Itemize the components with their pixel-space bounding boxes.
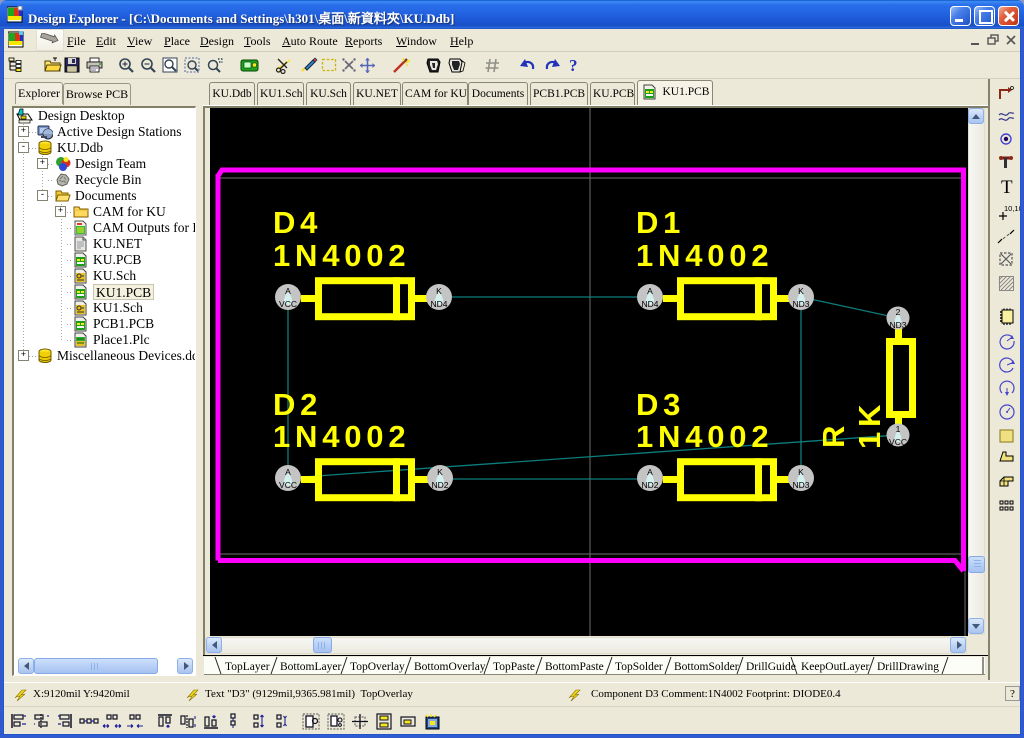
svg-text:ND4: ND4 — [641, 299, 658, 309]
svg-text:BottomSolder: BottomSolder — [674, 661, 739, 673]
svg-text:ND3: ND3 — [792, 299, 809, 309]
svg-text:?: ? — [569, 56, 578, 74]
svg-text:1N4002: 1N4002 — [636, 419, 773, 454]
svg-text:K: K — [436, 286, 442, 296]
svg-text:A: A — [285, 286, 291, 296]
svg-text:K: K — [798, 467, 804, 477]
svg-text:ND4: ND4 — [430, 299, 447, 309]
svg-text:BottomOverlay: BottomOverlay — [414, 661, 486, 673]
svg-text:1: 1 — [896, 424, 901, 434]
svg-text:A: A — [285, 467, 291, 477]
svg-text:TopOverlay: TopOverlay — [350, 661, 405, 673]
svg-text:K: K — [437, 467, 443, 477]
svg-text:ND2: ND2 — [431, 480, 448, 490]
svg-text:D3: D3 — [636, 387, 685, 422]
svg-text:TopPaste: TopPaste — [493, 661, 535, 673]
svg-text:ND2: ND2 — [641, 480, 658, 490]
svg-text:ND3: ND3 — [792, 480, 809, 490]
svg-text:ND3: ND3 — [889, 320, 906, 330]
svg-text:2: 2 — [896, 307, 901, 317]
svg-text:1N4002: 1N4002 — [273, 419, 410, 454]
svg-text:K: K — [798, 286, 804, 296]
svg-text:VCC: VCC — [279, 480, 297, 490]
svg-text:10,10: 10,10 — [1004, 204, 1020, 213]
svg-text:DrillGuide: DrillGuide — [746, 661, 796, 673]
svg-text:A: A — [647, 467, 653, 477]
svg-text:TopLayer: TopLayer — [225, 661, 270, 673]
svg-text:BottomLayer: BottomLayer — [280, 661, 341, 673]
svg-text:1K: 1K — [852, 400, 887, 449]
svg-text:A: A — [647, 286, 653, 296]
svg-text:DrillDrawing: DrillDrawing — [877, 661, 939, 673]
svg-text:D1: D1 — [636, 205, 685, 240]
svg-text:R: R — [816, 421, 851, 448]
svg-text:D2: D2 — [273, 387, 322, 422]
svg-text:T: T — [1001, 177, 1013, 196]
svg-text:TopSolder: TopSolder — [615, 661, 663, 673]
svg-text:1N4002: 1N4002 — [636, 238, 773, 273]
svg-text:VCC: VCC — [889, 437, 907, 447]
svg-text:BottomPaste: BottomPaste — [545, 661, 604, 673]
svg-text:1N4002: 1N4002 — [273, 238, 410, 273]
svg-text:VCC: VCC — [279, 299, 297, 309]
svg-text:KeepOutLayer: KeepOutLayer — [801, 661, 869, 673]
svg-text:D4: D4 — [273, 205, 322, 240]
